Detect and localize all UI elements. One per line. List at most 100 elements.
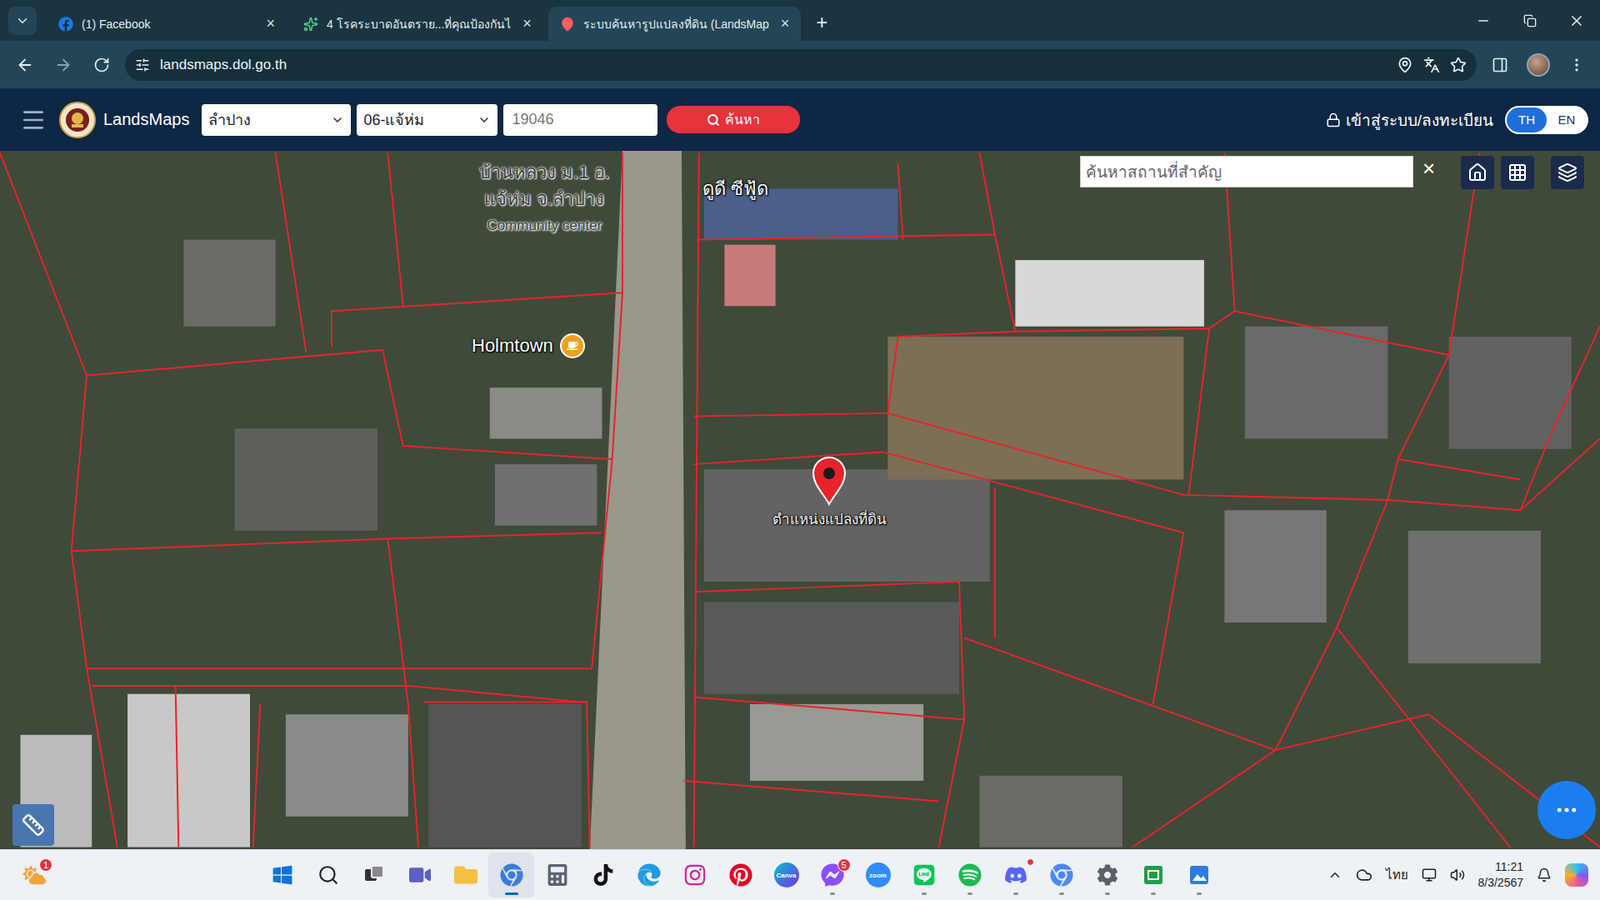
- close-window-button[interactable]: [1553, 0, 1600, 41]
- language-toggle: THEN: [1505, 105, 1589, 135]
- map-place-label[interactable]: ดูดี ซีฟู้ด: [702, 179, 769, 200]
- taskbar-app[interactable]: [580, 852, 626, 898]
- taskbar: 1 Canva 5 zoom ไทย 11:218/3/2567: [0, 849, 1600, 900]
- arrow-right-icon: [54, 55, 73, 75]
- tiktok-icon: [592, 864, 615, 886]
- tab-strip: (1) Facebook×4 โรคระบาดอันตราย...ที่คุณป…: [0, 0, 1600, 41]
- taskbar-app[interactable]: zoom: [855, 852, 901, 898]
- taskbar-app[interactable]: [534, 852, 580, 898]
- minimize-button[interactable]: [1460, 0, 1507, 41]
- map-place-label[interactable]: Holmtown: [471, 333, 585, 359]
- tab-close-button[interactable]: ×: [262, 15, 279, 33]
- login-link[interactable]: เข้าสู่ระบบ/ลงทะเบียน: [1325, 107, 1494, 133]
- tab-label: 4 โรคระบาดอันตราย...ที่คุณป้องกันไ: [326, 15, 511, 34]
- menu-button[interactable]: [20, 106, 47, 134]
- place-search-input[interactable]: ค้นหาสถานที่สำคัญ: [1080, 155, 1414, 188]
- taskbar-app[interactable]: [442, 852, 489, 898]
- tab-close-button[interactable]: ×: [777, 15, 794, 33]
- lock-icon: [1325, 112, 1341, 128]
- clock[interactable]: 11:218/3/2567: [1478, 859, 1525, 891]
- notification-badge: 5: [837, 858, 851, 872]
- address-bar[interactable]: landsmaps.dol.go.th: [125, 49, 1477, 81]
- tab-close-button[interactable]: ×: [519, 15, 535, 33]
- taskbar-app[interactable]: [1130, 852, 1176, 898]
- brand-name: LandsMaps: [103, 110, 190, 130]
- browser-tab[interactable]: ระบบค้นหารูปแปลงที่ดิน (LandsMap×: [548, 6, 801, 41]
- taskbar-app[interactable]: [350, 852, 397, 898]
- new-tab-button[interactable]: +: [815, 10, 828, 35]
- restore-icon: [1523, 14, 1537, 28]
- home-button[interactable]: [1460, 155, 1495, 190]
- taskbar-app[interactable]: [946, 852, 993, 898]
- translate-icon[interactable]: [1423, 56, 1440, 74]
- onedrive-icon[interactable]: [1355, 866, 1373, 884]
- system-tray: ไทย 11:218/3/2567: [1327, 859, 1600, 891]
- parcel-number-input[interactable]: [503, 104, 658, 136]
- copilot-icon[interactable]: [1565, 863, 1589, 887]
- chevron-down-icon: [15, 13, 30, 29]
- side-panel-button[interactable]: [1485, 50, 1515, 80]
- bookmark-star-icon[interactable]: [1450, 56, 1467, 74]
- language-option[interactable]: TH: [1506, 107, 1547, 133]
- map-place-label[interactable]: บ้านหลวง ม.1 อ.แจ้ห่ม จ.ลำปางCommunity c…: [479, 162, 610, 236]
- ellipsis-icon: [1554, 797, 1580, 823]
- facebook-icon: [58, 16, 74, 32]
- running-indicator: [1196, 892, 1202, 895]
- taskbar-app[interactable]: [1084, 852, 1130, 898]
- pin-label: ตำแหน่งแปลงที่ดิน: [772, 507, 887, 530]
- reload-button[interactable]: [86, 50, 117, 80]
- location-icon[interactable]: [1396, 56, 1414, 74]
- minimize-icon: [1475, 13, 1491, 29]
- restore-button[interactable]: [1506, 0, 1554, 41]
- browser-tab[interactable]: 4 โรคระบาดอันตราย...ที่คุณป้องกันไ ×: [291, 6, 544, 41]
- taskbar-app[interactable]: [625, 852, 672, 898]
- map-area[interactable]: บ้านหลวง ม.1 อ.แจ้ห่ม จ.ลำปางCommunity c…: [0, 150, 1600, 850]
- running-indicator: [1105, 892, 1110, 895]
- search-button[interactable]: ค้นหา: [666, 105, 800, 134]
- taskbar-app[interactable]: [305, 852, 351, 898]
- taskbar-app[interactable]: Canva: [763, 852, 810, 898]
- layers-button[interactable]: [1550, 155, 1585, 190]
- chevron-up-icon[interactable]: [1327, 867, 1343, 883]
- taskbar-app[interactable]: [992, 852, 1039, 898]
- notifications-icon[interactable]: [1536, 867, 1552, 883]
- running-indicator: [1013, 892, 1019, 895]
- parcel-pin[interactable]: ตำแหน่งแปลงที่ดิน: [762, 455, 896, 530]
- taskbar-app[interactable]: 5: [809, 852, 855, 898]
- taskbar-app[interactable]: [717, 852, 764, 898]
- volume-icon[interactable]: [1450, 867, 1465, 883]
- grid-button[interactable]: [1500, 155, 1535, 190]
- profile-button[interactable]: [1523, 50, 1554, 80]
- photos-icon: [1188, 864, 1210, 886]
- arrow-left-icon: [15, 55, 35, 75]
- browser-tab[interactable]: (1) Facebook×: [46, 6, 287, 41]
- place-search-clear[interactable]: ×: [1422, 155, 1435, 182]
- running-indicator: [505, 892, 519, 895]
- district-select[interactable]: 06-แจ้ห่ม: [356, 104, 498, 136]
- taskbar-app[interactable]: [1175, 852, 1222, 898]
- browser-menu-button[interactable]: [1561, 50, 1592, 80]
- forward-button[interactable]: [48, 50, 79, 80]
- tab-list-button[interactable]: [8, 6, 37, 35]
- parcel-map[interactable]: [0, 150, 1600, 850]
- chevron-down-icon: [330, 113, 345, 127]
- taskbar-app[interactable]: [396, 852, 443, 898]
- province-select[interactable]: ลำปาง: [201, 104, 351, 136]
- back-button[interactable]: [10, 50, 40, 80]
- taskbar-app[interactable]: [1038, 852, 1085, 898]
- weather-widget[interactable]: 1: [21, 862, 47, 888]
- taskbar-app[interactable]: [900, 852, 947, 898]
- network-icon[interactable]: [1421, 867, 1437, 883]
- chat-button[interactable]: [1537, 780, 1596, 840]
- taskbar-app[interactable]: [259, 852, 305, 898]
- taskbar-app[interactable]: [488, 852, 535, 898]
- input-language[interactable]: ไทย: [1385, 865, 1409, 885]
- taskbar-app[interactable]: [671, 852, 718, 898]
- language-option[interactable]: EN: [1546, 107, 1587, 133]
- home-icon: [1467, 162, 1488, 183]
- measure-tool-button[interactable]: [12, 804, 55, 846]
- notification-badge: [1026, 858, 1035, 866]
- running-indicator: [1150, 892, 1156, 895]
- grid-icon: [1507, 162, 1528, 183]
- taskbar-apps: Canva 5 zoom: [259, 852, 1222, 898]
